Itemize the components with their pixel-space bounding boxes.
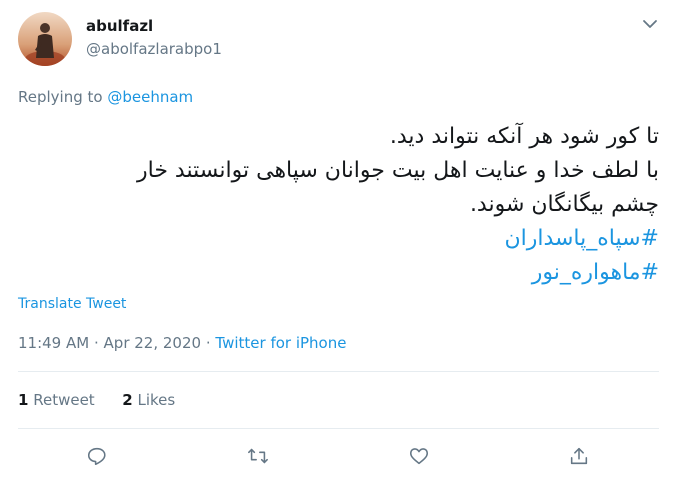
likes-stat[interactable]: 2 Likes [122,391,175,409]
share-button[interactable] [567,444,591,468]
avatar[interactable] [18,12,72,66]
replying-to-label: Replying to [18,88,103,106]
retweets-stat[interactable]: 1 Retweet [18,391,95,409]
heart-icon [409,448,429,465]
tweet-text: تا کور شود هر آنکه نتواند دید. با لطف خد… [19,120,659,290]
author-handle[interactable]: @abolfazlarabpo1 [86,40,222,58]
more-options-button[interactable] [640,14,660,34]
reply-to-link[interactable]: @beehnam [107,88,193,106]
chevron-down-icon [643,20,657,28]
replying-to: Replying to @beehnam [18,88,193,106]
tweet-time[interactable]: 11:49 AM [18,334,89,352]
divider [18,371,659,372]
divider [18,428,659,429]
tweet-line-3: چشم بیگانگان شوند. [469,192,659,217]
avatar-image [18,12,72,66]
hashtag-link[interactable]: #ماهواره_نور [532,260,659,285]
like-button[interactable] [407,444,431,468]
share-icon [570,447,588,465]
meta-separator: · [205,334,211,352]
translate-tweet-link[interactable]: Translate Tweet [18,296,126,312]
author-name[interactable]: abulfazl [86,17,153,35]
tweet-line-2: با لطف خدا و عنایت اهل بیت جوانان سپاهی … [137,158,659,183]
tweet-line-1: تا کور شود هر آنکه نتواند دید. [389,124,659,149]
tweet-meta: 11:49 AM · Apr 22, 2020 · Twitter for iP… [18,334,346,352]
engagement-stats: 1 Retweet 2 Likes [18,391,175,409]
retweet-icon [248,448,268,464]
meta-separator: · [93,334,99,352]
reply-button[interactable] [85,444,109,468]
tweet-date[interactable]: Apr 22, 2020 [104,334,202,352]
hashtag-link[interactable]: #سپاه_پاسداران [504,226,659,251]
likes-label: Likes [137,391,176,409]
reply-icon [87,447,106,466]
retweet-button[interactable] [246,444,270,468]
likes-count: 2 [122,391,133,409]
retweets-label: Retweet [33,391,95,409]
tweet-source-link[interactable]: Twitter for iPhone [215,334,346,352]
retweets-count: 1 [18,391,29,409]
